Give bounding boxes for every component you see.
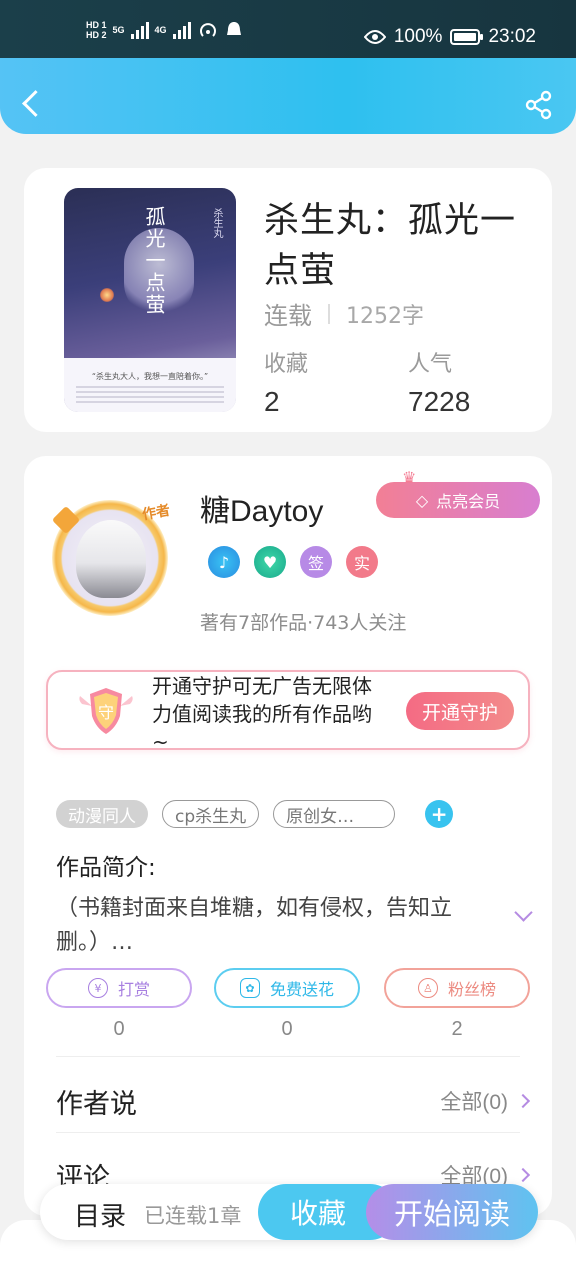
clock: 23:02: [488, 26, 536, 47]
send-flower-label: 免费送花: [269, 980, 334, 999]
shield-icon: 守: [79, 688, 133, 734]
author-says-more[interactable]: 全部(0): [440, 1086, 531, 1116]
chevron-right-icon: [515, 1093, 531, 1109]
book-status: 连载: [264, 302, 312, 330]
share-icon[interactable]: [524, 90, 554, 120]
status-right: 100% 23:02: [363, 26, 536, 48]
cover-text-lines: [76, 386, 224, 404]
hd2-badge: HD 2: [86, 30, 107, 40]
fan-ranking-button[interactable]: ♙ 粉丝榜: [384, 968, 530, 1008]
shield-label: 守: [98, 703, 114, 722]
divider: [56, 1056, 520, 1057]
eye-icon: [363, 30, 386, 44]
chevron-right-icon: [515, 1167, 531, 1183]
signal-icon: [130, 21, 149, 39]
hd-badges: HD 1 HD 2: [86, 20, 107, 40]
book-cover[interactable]: 孤光一点萤 杀生丸 “杀生丸大人，我想一直陪着你。”: [64, 188, 236, 412]
status-bar: HD 1 HD 2 5G 4G 100% 23:02: [0, 0, 576, 62]
intro-text: （书籍封面来自堆糖，如有侵权，告知立删。）…: [56, 896, 453, 955]
book-title: 杀生丸：孤光一点萤: [264, 201, 517, 291]
popularity-value: 7228: [408, 386, 471, 417]
tip-button[interactable]: ¥ 打赏: [46, 968, 192, 1008]
book-meta: 连载 1252字: [264, 296, 424, 331]
back-button[interactable]: [20, 88, 44, 118]
toc-button[interactable]: 目录: [74, 1196, 126, 1233]
signed-badge[interactable]: 签: [300, 546, 332, 578]
cover-light: [100, 288, 114, 302]
signal-icon-2: [172, 21, 191, 39]
open-guard-button[interactable]: 开通守护: [406, 692, 514, 730]
verified-badge[interactable]: 实: [346, 546, 378, 578]
user-heart-icon: ♙: [417, 978, 438, 998]
divider: [56, 1132, 520, 1133]
cover-subtitle: 杀生丸: [211, 208, 222, 238]
tip-count: 0: [113, 1018, 125, 1040]
author-says-title[interactable]: 作者说: [56, 1082, 137, 1121]
add-tag-button[interactable]: +: [425, 800, 454, 828]
notification-icon: [226, 22, 241, 35]
start-reading-button[interactable]: 开始阅读: [366, 1184, 538, 1240]
hd1-badge: HD 1: [86, 20, 107, 30]
author-card: 作者 糖Daytoy ♛ ◇ 点亮会员 ♪ ♥ 签 实 著有7部作品·743人关…: [24, 456, 552, 1216]
meta-divider: [328, 303, 330, 324]
chapter-count[interactable]: 已连载1章: [144, 1200, 241, 1230]
crown-icon: ♛: [402, 468, 417, 487]
top-header: [0, 58, 576, 134]
tip-label: 打赏: [117, 980, 150, 999]
cover-title: 孤光一点萤: [142, 206, 166, 316]
intro-title: 作品简介:: [56, 855, 156, 881]
heart-badge-icon[interactable]: ♥: [254, 546, 286, 578]
battery-percent: 100%: [393, 26, 443, 47]
diamond-icon: ◇: [415, 490, 429, 510]
flower-icon: ✿: [239, 978, 260, 998]
guard-text: 开通守护可无广告无限体力值阅读我的所有作品哟~: [152, 674, 372, 754]
bottom-action-bar: 目录 已连载1章 收藏 开始阅读: [40, 1184, 538, 1240]
hotspot-icon: [199, 23, 216, 37]
tag-list: 动漫同人 cp杀生丸 原创女… +: [56, 800, 454, 828]
cover-quote: “杀生丸大人，我想一直陪着你。”: [91, 372, 209, 381]
author-name[interactable]: 糖Daytoy: [200, 486, 323, 530]
author-says-more-label: 全部(0): [440, 1091, 508, 1114]
avatar-image: [76, 520, 146, 598]
author-tag: 作者: [140, 502, 172, 524]
send-flower-button[interactable]: ✿ 免费送花: [214, 968, 360, 1008]
vip-button[interactable]: ♛ ◇ 点亮会员: [376, 468, 540, 518]
chevron-down-icon[interactable]: [514, 906, 532, 924]
yen-icon: ¥: [87, 978, 108, 998]
book-info-card: 孤光一点萤 杀生丸 “杀生丸大人，我想一直陪着你。” 杀生丸：孤光一点萤 连载 …: [24, 168, 552, 432]
fan-ranking-label: 粉丝榜: [447, 980, 496, 999]
tag-item[interactable]: cp杀生丸: [162, 800, 260, 828]
music-badge-icon[interactable]: ♪: [208, 546, 240, 578]
popularity-label: 人气: [408, 352, 453, 377]
avatar[interactable]: 作者: [38, 490, 184, 626]
status-left: HD 1 HD 2 5G 4G: [86, 20, 243, 40]
vip-button-label: 点亮会员: [436, 492, 501, 511]
author-badges: ♪ ♥ 签 实: [208, 546, 378, 578]
tag-item[interactable]: 原创女…: [273, 800, 396, 828]
favorites-label: 收藏: [264, 352, 309, 377]
fan-count: 2: [451, 1018, 463, 1040]
flower-count: 0: [281, 1018, 293, 1040]
network-5g-label: 5G: [112, 25, 125, 35]
guard-promo: 守 开通守护可无广告无限体力值阅读我的所有作品哟~ 开通守护: [46, 670, 530, 754]
author-stats: 著有7部作品·743人关注: [200, 612, 407, 634]
battery-icon: [450, 29, 484, 45]
network-4g-label: 4G: [154, 25, 167, 35]
favorites-value: 2: [264, 386, 280, 417]
tag-item[interactable]: 动漫同人: [56, 800, 148, 828]
word-count: 1252字: [346, 303, 424, 329]
